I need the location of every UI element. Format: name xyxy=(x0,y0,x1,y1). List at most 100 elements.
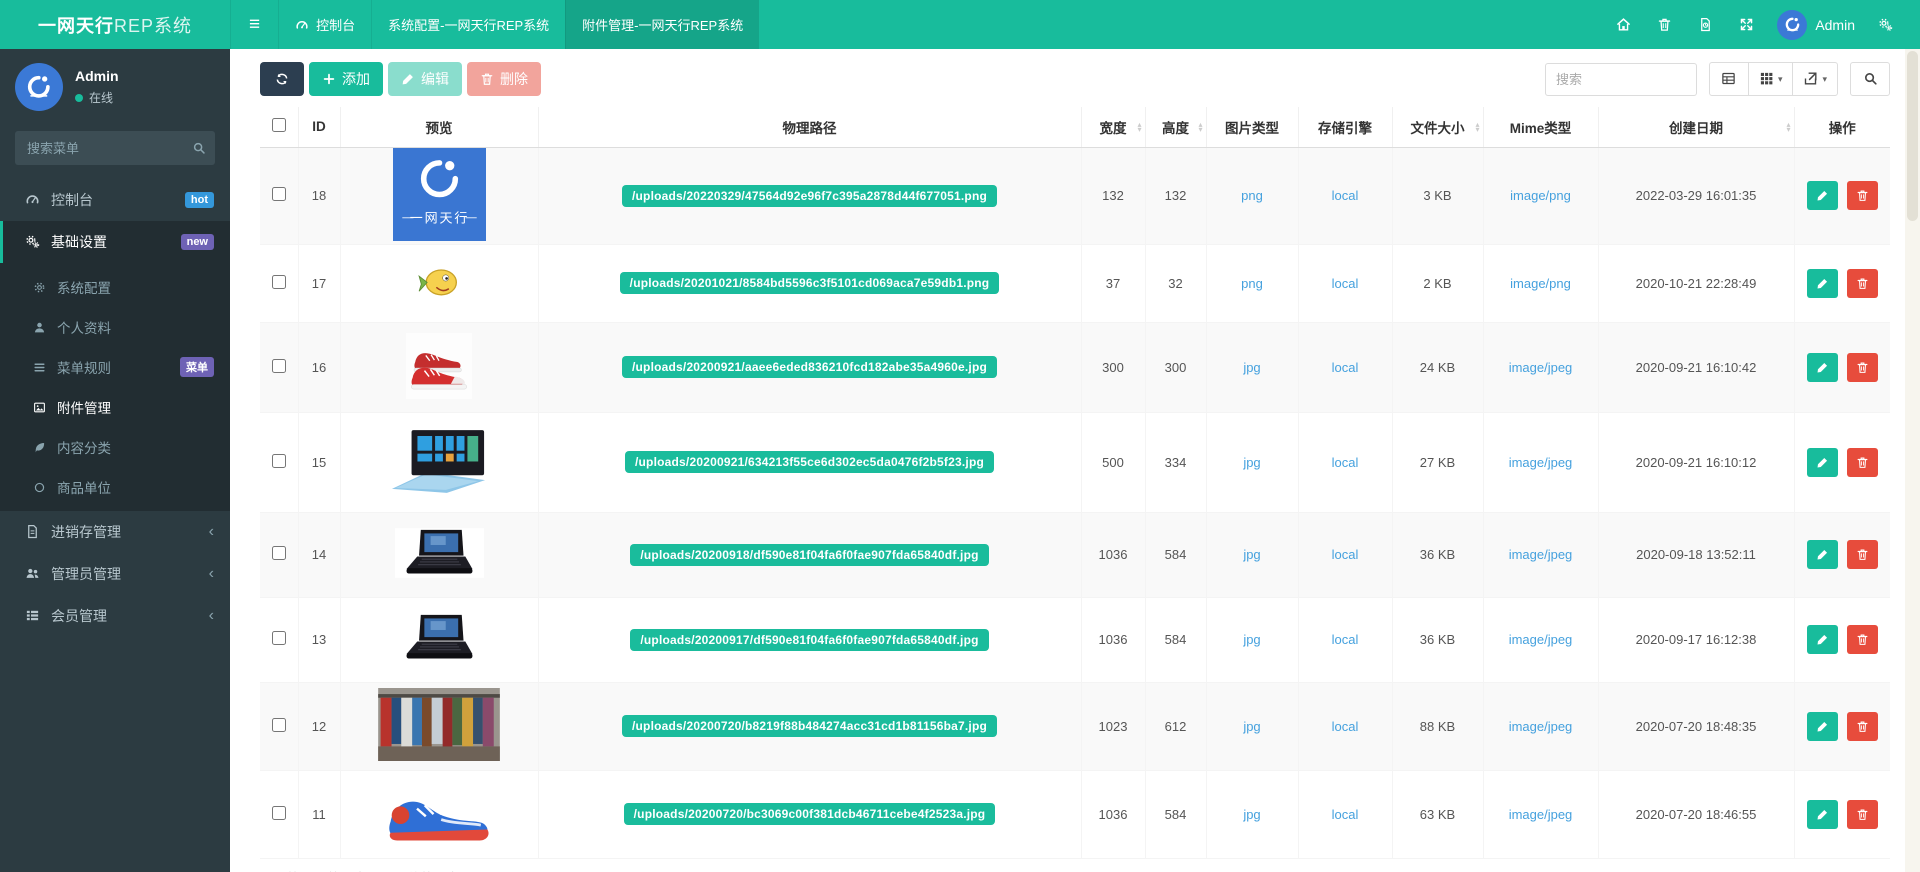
red-sneakers-image[interactable] xyxy=(406,332,472,399)
sidebar-submenu-item[interactable]: 内容分类 xyxy=(0,427,230,467)
row-delete-button[interactable] xyxy=(1846,540,1878,569)
storage-engine-link[interactable]: local xyxy=(1332,455,1359,470)
mime-type-link[interactable]: image/jpeg xyxy=(1509,632,1573,647)
profile-avatar[interactable] xyxy=(15,63,63,111)
column-header-文件大小[interactable]: 文件大小 ▴ ▾ xyxy=(1391,107,1483,148)
settings-gears-icon[interactable] xyxy=(1865,17,1906,32)
sidebar-submenu-item[interactable]: 个人资料 xyxy=(0,307,230,347)
mime-type-link[interactable]: image/png xyxy=(1510,276,1571,291)
storage-engine-link[interactable]: local xyxy=(1332,188,1359,203)
storage-engine-link[interactable]: local xyxy=(1332,632,1359,647)
sidebar-submenu-item[interactable]: 系统配置 xyxy=(0,267,230,307)
table-row[interactable]: 12 /uploads/20200720/b8219f88b484274acc3… xyxy=(260,682,1890,771)
sidebar-menu-item[interactable]: 管理员管理 ‹ xyxy=(0,553,230,595)
delete-button[interactable]: 删除 xyxy=(467,62,541,96)
laptop-image[interactable] xyxy=(394,613,484,663)
mime-type-link[interactable]: image/jpeg xyxy=(1509,807,1573,822)
row-edit-button[interactable] xyxy=(1806,711,1838,741)
sidebar-menu-item[interactable]: 控制台 hot xyxy=(0,179,230,221)
file-path-badge[interactable]: /uploads/20200921/aaee6eded836210fcd182a… xyxy=(621,356,998,378)
file-path-badge[interactable]: /uploads/20200720/b8219f88b484274acc31cd… xyxy=(621,715,998,737)
mime-type-link[interactable]: image/png xyxy=(1510,188,1571,203)
refresh-button[interactable] xyxy=(260,62,304,96)
table-row[interactable]: 13 /uploads/20200917/df590e81f04fa6f0fae… xyxy=(260,597,1890,683)
advanced-search-button[interactable] xyxy=(1850,62,1890,96)
row-edit-button[interactable] xyxy=(1806,352,1838,382)
sidebar-submenu-item[interactable]: 附件管理 xyxy=(0,387,230,427)
row-checkbox[interactable] xyxy=(271,274,286,289)
row-checkbox[interactable] xyxy=(271,546,286,560)
row-delete-button[interactable] xyxy=(1846,711,1878,741)
row-delete-button[interactable] xyxy=(1846,352,1878,382)
row-delete-button[interactable] xyxy=(1846,799,1878,829)
table-row[interactable]: 15 /uploads/20200921/634213f55ce6d302ec5… xyxy=(260,412,1890,513)
mime-type-link[interactable]: image/jpeg xyxy=(1509,455,1573,470)
file-path-badge[interactable]: /uploads/20200918/df590e81f04fa6f0fae907… xyxy=(630,543,989,566)
sidebar-menu-item[interactable]: 基础设置 new xyxy=(0,221,230,263)
image-type-link[interactable]: png xyxy=(1241,276,1263,291)
image-type-link[interactable]: jpg xyxy=(1243,455,1260,470)
row-checkbox[interactable] xyxy=(271,805,286,820)
row-edit-button[interactable] xyxy=(1806,181,1838,210)
file-path-badge[interactable]: /uploads/20201021/8584bd5596c3f5101cd069… xyxy=(619,272,1000,294)
image-type-link[interactable]: png xyxy=(1241,188,1263,203)
select-all-checkbox[interactable] xyxy=(271,118,286,133)
column-header-创建日期[interactable]: 创建日期 ▴ ▾ xyxy=(1597,107,1794,148)
row-checkbox[interactable] xyxy=(271,717,286,732)
emoji-image[interactable] xyxy=(417,262,462,301)
user-menu[interactable]: Admin xyxy=(1767,9,1865,40)
row-edit-button[interactable] xyxy=(1806,268,1838,298)
home-icon[interactable] xyxy=(1603,17,1644,32)
table-row[interactable]: 11 /uploads/20200720/bc3069c00f381dcb467… xyxy=(260,770,1890,859)
row-delete-button[interactable] xyxy=(1846,181,1878,210)
column-header-高度[interactable]: 高度 ▴ ▾ xyxy=(1144,107,1206,148)
row-delete-button[interactable] xyxy=(1846,268,1878,298)
row-delete-button[interactable] xyxy=(1846,447,1878,477)
table-row[interactable]: 18 一网天行 /uploads/20220329/47564d92e96f7c… xyxy=(260,147,1890,245)
row-edit-button[interactable] xyxy=(1806,625,1838,654)
row-checkbox[interactable] xyxy=(271,631,286,645)
nav-tab[interactable]: 附件管理-一网天行REP系统 xyxy=(565,0,760,49)
trash-icon[interactable] xyxy=(1644,17,1685,32)
file-path-badge[interactable]: /uploads/20200917/df590e81f04fa6f0fae907… xyxy=(630,628,989,651)
menu-search-input[interactable] xyxy=(15,131,215,165)
storage-engine-link[interactable]: local xyxy=(1332,547,1359,562)
table-row[interactable]: 16 /uploads/20200921/aaee6eded836210fcd1… xyxy=(260,322,1890,413)
image-type-link[interactable]: jpg xyxy=(1243,632,1260,647)
mime-type-link[interactable]: image/jpeg xyxy=(1509,547,1573,562)
row-edit-button[interactable] xyxy=(1806,799,1838,829)
edit-button[interactable]: 编辑 xyxy=(388,62,462,96)
row-delete-button[interactable] xyxy=(1846,625,1878,654)
storage-engine-link[interactable]: local xyxy=(1332,807,1359,822)
table-row[interactable]: 17 /uploads/20201021/8584bd5596c3f5101cd… xyxy=(260,244,1890,323)
row-edit-button[interactable] xyxy=(1806,447,1838,477)
file-path-badge[interactable]: /uploads/20220329/47564d92e96f7c395a2878… xyxy=(621,184,998,207)
column-header-宽度[interactable]: 宽度 ▴ ▾ xyxy=(1080,107,1145,148)
row-checkbox[interactable] xyxy=(271,187,286,201)
file-path-badge[interactable]: /uploads/20200720/bc3069c00f381dcb46711c… xyxy=(623,803,996,825)
storage-engine-link[interactable]: local xyxy=(1332,276,1359,291)
table-row[interactable]: 14 /uploads/20200918/df590e81f04fa6f0fae… xyxy=(260,512,1890,598)
image-type-link[interactable]: jpg xyxy=(1243,360,1260,375)
file-path-badge[interactable]: /uploads/20200921/634213f55ce6d302ec5da0… xyxy=(624,451,995,473)
image-type-link[interactable]: jpg xyxy=(1243,719,1260,734)
row-checkbox[interactable] xyxy=(271,358,286,373)
sidebar-toggle-button[interactable]: ≡ xyxy=(230,0,278,49)
laptop-image[interactable] xyxy=(394,528,484,578)
scrollbar-thumb[interactable] xyxy=(1907,51,1918,221)
clothes-rack-image[interactable] xyxy=(378,688,500,761)
fullscreen-icon[interactable] xyxy=(1726,17,1767,32)
tablet-image[interactable] xyxy=(390,428,488,493)
export-button[interactable]: ▾ xyxy=(1792,62,1838,96)
columns-button[interactable]: ▾ xyxy=(1747,62,1794,96)
brand-logo-image[interactable]: 一网天行 xyxy=(392,147,486,241)
clear-cache-icon[interactable] xyxy=(1685,17,1726,32)
sidebar-menu-item[interactable]: 进销存管理 ‹ xyxy=(0,511,230,553)
nav-tab[interactable]: 系统配置-一网天行REP系统 xyxy=(371,0,565,49)
sport-shoe-image[interactable] xyxy=(384,781,494,844)
mime-type-link[interactable]: image/jpeg xyxy=(1509,360,1573,375)
image-type-link[interactable]: jpg xyxy=(1243,547,1260,562)
storage-engine-link[interactable]: local xyxy=(1332,719,1359,734)
table-search-input[interactable] xyxy=(1544,62,1697,96)
row-checkbox[interactable] xyxy=(271,453,286,468)
